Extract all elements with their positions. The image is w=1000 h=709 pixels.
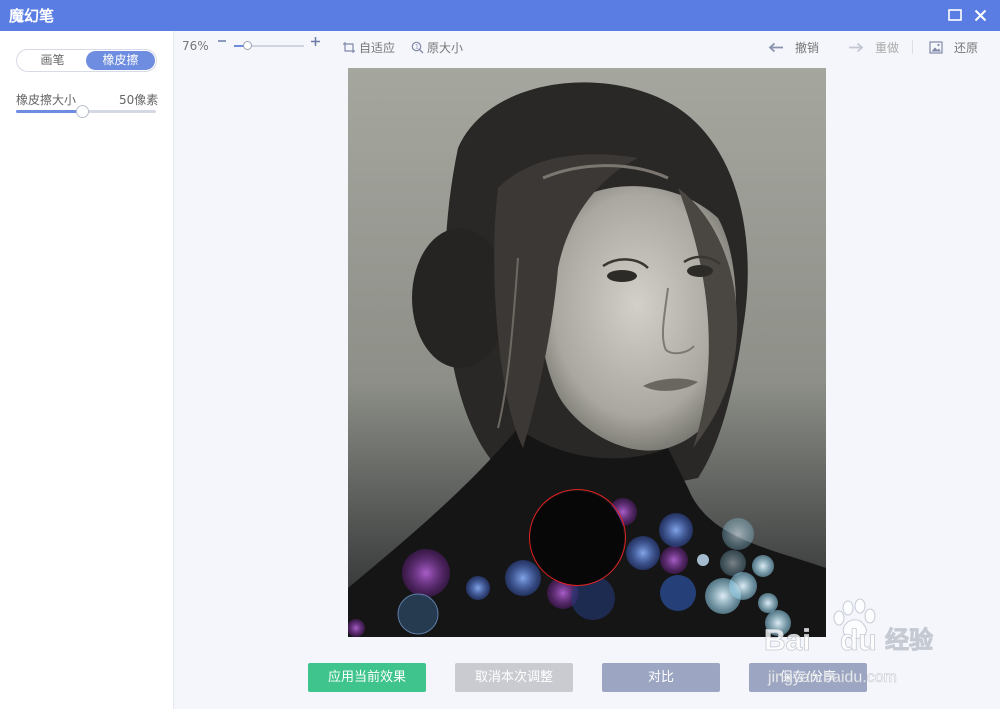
apply-effect-button[interactable]: 应用当前效果 [308,663,426,692]
redo-label: 重做 [875,41,900,55]
plus-icon [311,37,320,46]
undo-label: 撤销 [795,41,820,55]
eraser-cursor [529,489,626,586]
window-title: 魔幻笔 [9,7,55,25]
redo-button[interactable]: 重做 [848,39,899,56]
compare-button[interactable]: 对比 [602,663,720,692]
arrow-right-icon [849,42,864,53]
fit-label: 自适应 [359,41,396,55]
eraser-size-slider-fill [16,110,82,113]
tab-brush[interactable]: 画笔 [18,51,87,70]
eraser-size-value: 50像素 [119,93,159,107]
magnifier-icon: 1 [411,41,424,54]
original-size-label: 原大小 [427,41,464,55]
cancel-adjustment-button[interactable]: 取消本次调整 [455,663,573,692]
tool-switch: 画笔 橡皮擦 [16,49,157,72]
toolbar-divider [912,40,913,54]
undo-button[interactable]: 撤销 [768,39,819,56]
close-icon [974,9,986,21]
fit-to-window-button[interactable]: 自适应 [342,39,395,56]
original-size-button[interactable]: 1 原大小 [411,39,463,56]
image-icon [929,41,943,54]
tool-sidebar: 画笔 橡皮擦 橡皮擦大小 50像素 [0,31,174,709]
close-button[interactable] [969,4,991,26]
eraser-size-label: 橡皮擦大小 [16,93,77,107]
canvas-toolbar: 76% 自适应 1 原大小 撤销 重做 还原 [174,31,1000,61]
zoom-out-button[interactable] [217,36,227,46]
maximize-icon [948,9,962,21]
svg-text:du: du [840,624,877,657]
zoom-level: 76% [182,39,209,53]
maximize-button[interactable] [944,4,966,26]
zoom-in-button[interactable] [310,36,321,47]
minus-icon [218,40,226,42]
restore-button[interactable]: 还原 [929,39,978,56]
restore-label: 还原 [954,41,979,55]
arrow-left-icon [768,42,783,53]
title-bar: 魔幻笔 [0,0,1000,31]
save-share-button[interactable]: 保存/分享 [749,663,867,692]
svg-text:经验: 经验 [885,626,933,654]
tab-eraser[interactable]: 橡皮擦 [86,51,155,70]
crop-fit-icon [343,42,355,53]
svg-text:1: 1 [415,44,419,51]
zoom-slider-thumb[interactable] [243,41,253,50]
eraser-size-slider-thumb[interactable] [75,105,89,118]
